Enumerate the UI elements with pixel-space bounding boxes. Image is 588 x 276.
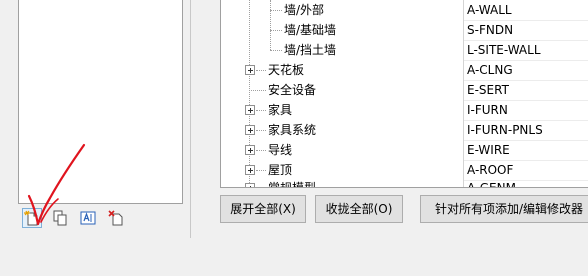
- expand-toggle[interactable]: [245, 183, 255, 187]
- tree-row-name: 家具系统: [268, 123, 317, 137]
- tree-row-name: 天花板: [268, 63, 305, 77]
- tree-row[interactable]: 墙/挡土墙 L-SITE-WALL: [221, 40, 588, 60]
- delete-button[interactable]: [106, 208, 126, 228]
- tree-row-code: A-CLNG: [467, 63, 513, 77]
- tree-row-code: L-SITE-WALL: [467, 43, 541, 57]
- tree-row[interactable]: 屋顶 A-ROOF: [221, 160, 588, 180]
- tree-connector: [256, 150, 266, 151]
- bottom-bar: [0, 238, 588, 276]
- left-panel: [0, 0, 191, 238]
- tree-row-name: 导线: [268, 143, 293, 157]
- tree-row[interactable]: 安全设备 E-SERT: [221, 80, 588, 100]
- new-layer-icon: [24, 210, 38, 226]
- tree-connector: [270, 30, 282, 31]
- add-edit-modifier-button[interactable]: 针对所有项添加/编辑修改器: [420, 195, 588, 223]
- tree-row-name: 墙/挡土墙: [284, 43, 337, 57]
- layer-tree[interactable]: 墙/外部 A-WALL 墙/基础墙 S-FNDN 墙/挡土墙 L-SITE-WA…: [220, 0, 588, 188]
- tree-row-name: 常规模型: [268, 181, 317, 188]
- expand-toggle[interactable]: [245, 145, 255, 155]
- tree-row-code: E-WIRE: [467, 143, 510, 157]
- expand-toggle[interactable]: [245, 165, 255, 175]
- tree-row-code: A-GENM: [467, 181, 516, 188]
- tree-connector: [270, 10, 282, 11]
- tree-connector: [256, 130, 266, 131]
- tree-row[interactable]: 天花板 A-CLNG: [221, 60, 588, 80]
- expand-all-button[interactable]: 展开全部(X): [220, 195, 306, 223]
- tree-row-name: 墙/基础墙: [284, 23, 337, 37]
- tree-row[interactable]: 墙/外部 A-WALL: [221, 0, 588, 20]
- tree-row-name: 屋顶: [268, 163, 293, 177]
- tree-row-name: 墙/外部: [284, 3, 325, 17]
- tree-row-code: A-ROOF: [467, 163, 514, 177]
- copy-icon: [53, 210, 67, 226]
- tree-row[interactable]: 墙/基础墙 S-FNDN: [221, 20, 588, 40]
- tree-row-code: I-FURN: [467, 103, 508, 117]
- tree-row-code: I-FURN-PNLS: [467, 123, 543, 137]
- tree-row-name: 安全设备: [268, 83, 317, 97]
- tree-connector: [256, 110, 266, 111]
- copy-button[interactable]: [50, 208, 70, 228]
- tree-row[interactable]: 导线 E-WIRE: [221, 140, 588, 160]
- tree-row[interactable]: 常规模型 A-GENM: [221, 178, 588, 188]
- expand-toggle[interactable]: [245, 65, 255, 75]
- expand-toggle[interactable]: [245, 125, 255, 135]
- right-panel: 墙/外部 A-WALL 墙/基础墙 S-FNDN 墙/挡土墙 L-SITE-WA…: [205, 0, 588, 238]
- layer-list[interactable]: [18, 0, 183, 204]
- rename-button[interactable]: [78, 208, 98, 228]
- tree-row-code: E-SERT: [467, 83, 509, 97]
- tree-connector: [249, 90, 266, 91]
- tree-connector: [256, 70, 266, 71]
- tree-row[interactable]: 家具 I-FURN: [221, 100, 588, 120]
- new-button[interactable]: [22, 208, 42, 228]
- tree-row-code: A-WALL: [467, 3, 512, 17]
- expand-toggle[interactable]: [245, 105, 255, 115]
- tree-connector: [256, 170, 266, 171]
- tree-row-code: S-FNDN: [467, 23, 514, 37]
- tree-row[interactable]: 家具系统 I-FURN-PNLS: [221, 120, 588, 140]
- collapse-all-button[interactable]: 收拢全部(O): [315, 195, 403, 223]
- tree-row-name: 家具: [268, 103, 293, 117]
- delete-icon: [108, 210, 123, 226]
- rename-icon: [80, 211, 96, 225]
- tree-connector: [270, 50, 282, 51]
